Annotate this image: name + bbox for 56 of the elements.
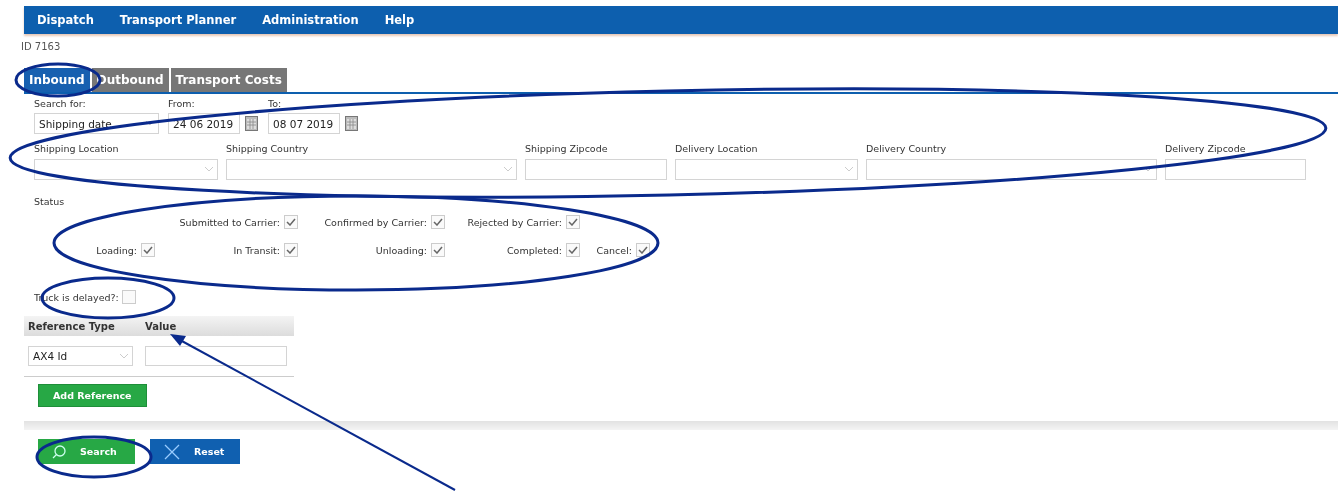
menu-item[interactable]: Dispatch xyxy=(37,13,94,27)
reset-button[interactable]: Reset xyxy=(150,439,240,464)
checkbox-label: Rejected by Carrier: xyxy=(467,215,562,229)
date-field[interactable]: 08 07 2019 xyxy=(268,113,340,134)
caret-icon xyxy=(146,121,154,126)
menu-item[interactable]: Administration xyxy=(262,13,359,27)
calendar-icon[interactable] xyxy=(245,116,258,131)
field-label: Delivery Location xyxy=(675,142,759,155)
dropdown-field[interactable] xyxy=(226,159,517,180)
field-label: Delivery Country xyxy=(866,142,948,155)
calendar-icon[interactable] xyxy=(345,116,358,131)
checkbox[interactable] xyxy=(284,215,298,229)
input-field[interactable] xyxy=(1165,159,1306,180)
checkbox[interactable] xyxy=(284,243,298,257)
tab[interactable]: Inbound xyxy=(24,68,90,92)
dropdown-field[interactable] xyxy=(34,159,218,180)
record-id: ID 7163 xyxy=(21,41,62,53)
field-label: From: xyxy=(168,97,196,110)
checkbox-label: Completed: xyxy=(507,243,562,257)
checkbox-label: Unloading: xyxy=(375,243,427,257)
input-field[interactable] xyxy=(525,159,667,180)
checkbox-label: Cancel: xyxy=(596,243,632,257)
menu-item[interactable]: Help xyxy=(384,13,415,27)
dropdown-field[interactable] xyxy=(866,159,1157,180)
field-label: To: xyxy=(268,97,283,110)
checkbox-label: In Transit: xyxy=(233,243,280,257)
checkbox-label: Loading: xyxy=(96,243,137,257)
dropdown-field[interactable]: AX4 Id xyxy=(28,346,133,366)
field-label: Shipping Location xyxy=(34,142,120,155)
checkbox[interactable] xyxy=(141,243,155,257)
checkbox-label: Submitted to Carrier: xyxy=(179,215,280,229)
checkbox[interactable] xyxy=(566,215,580,229)
field-label: Shipping Zipcode xyxy=(525,142,609,155)
caret-icon xyxy=(1144,167,1152,172)
checkbox-label: Confirmed by Carrier: xyxy=(324,215,427,229)
checkbox[interactable] xyxy=(431,243,445,257)
input-field[interactable] xyxy=(145,346,287,366)
column-header: Value xyxy=(145,320,178,332)
checkbox[interactable] xyxy=(636,243,650,257)
caret-icon xyxy=(205,167,213,172)
checkbox[interactable] xyxy=(566,243,580,257)
section-label: Status xyxy=(34,195,66,208)
field-label: Shipping Country xyxy=(226,142,310,155)
field-label: Search for: xyxy=(34,97,87,110)
close-icon xyxy=(164,443,180,460)
checkbox[interactable] xyxy=(431,215,445,229)
caret-icon xyxy=(504,167,512,172)
caret-icon xyxy=(120,353,128,359)
field-label: Delivery Zipcode xyxy=(1165,142,1247,155)
search-icon xyxy=(52,444,66,459)
tab[interactable]: Transport Costs xyxy=(170,68,287,92)
dropdown-field[interactable] xyxy=(675,159,858,180)
caret-icon xyxy=(845,167,853,172)
checkbox[interactable] xyxy=(121,290,136,304)
column-header: Reference Type xyxy=(28,320,116,332)
menu-item[interactable]: Transport Planner xyxy=(119,13,237,27)
